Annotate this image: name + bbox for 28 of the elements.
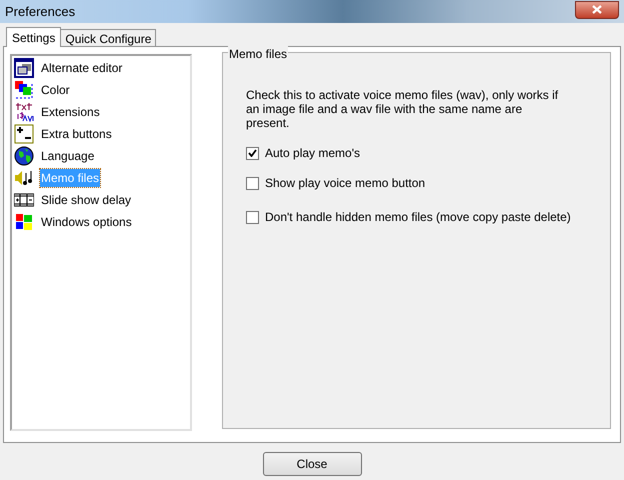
window-title: Preferences [5,2,76,21]
plus-minus-icon [14,124,34,144]
checkbox[interactable] [246,146,259,160]
settings-item[interactable]: Color [14,80,190,100]
checkbox[interactable] [246,176,259,190]
option-checkbox[interactable]: Don't handle hidden memo files (move copy paste delete) [246,208,610,226]
settings-item[interactable]: Windows options [14,212,190,232]
speaker-note-icon [14,168,34,188]
settings-item[interactable]: Language [14,146,190,166]
option-checkbox[interactable]: Auto play memo's [246,144,610,162]
close-icon [592,5,602,14]
close-dialog-button[interactable]: Close [262,452,362,476]
color-squares-icon [14,80,34,100]
settings-item[interactable]: Alternate editor [14,58,190,78]
description-text: Check this to activate voice memo files (wav), only works if an image file and a wav file with the same name are present. [246,88,560,130]
settings-item[interactable]: Extensions [14,102,190,122]
option-checkbox[interactable]: Show play voice memo button [246,174,610,192]
file-types-icon [14,102,34,122]
settings-item[interactable]: Extra buttons [14,124,190,144]
close-button[interactable] [575,0,619,18]
window-icon [14,58,34,78]
globe-icon [14,146,34,166]
checkbox[interactable] [246,210,259,224]
check-icon [248,149,257,157]
settings-item[interactable]: Slide show delay [14,190,190,210]
tab[interactable]: Quick Configure [61,29,156,46]
windows-flag-icon [14,212,34,232]
tab[interactable]: Settings [6,27,62,47]
